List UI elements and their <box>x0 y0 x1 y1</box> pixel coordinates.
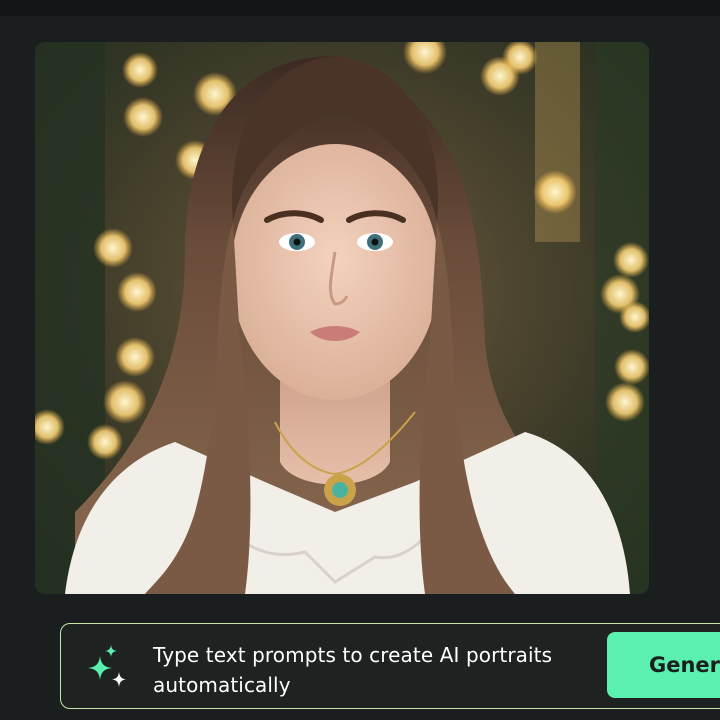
sparkle-icon <box>88 645 126 687</box>
ai-prompt-bar: Type text prompts to create AI portraits… <box>60 623 720 709</box>
prompt-description: Type text prompts to create AI portraits… <box>153 643 553 697</box>
generated-portrait-image <box>35 42 649 594</box>
generate-button[interactable]: Generate <box>607 632 720 698</box>
top-bar <box>0 0 720 16</box>
